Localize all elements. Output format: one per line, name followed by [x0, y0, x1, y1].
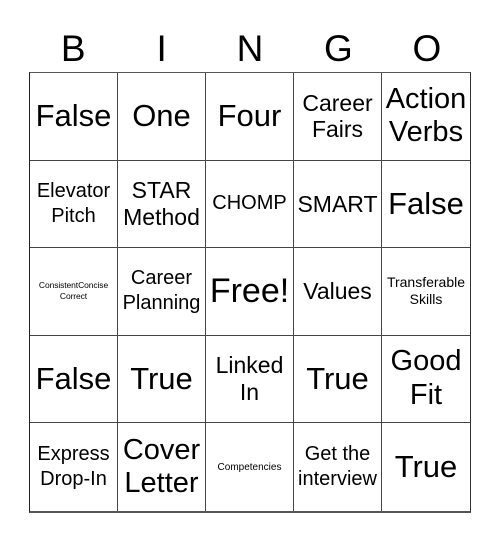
bingo-cell-n5[interactable]: Competencies: [206, 423, 294, 511]
bingo-cell-g5[interactable]: Get the interview: [294, 423, 382, 511]
cell-label: Career Fairs: [302, 89, 373, 143]
bingo-cell-b1[interactable]: False: [30, 73, 118, 161]
bingo-card-grid: False One Four Career Fairs Action Verbs Elev…: [29, 72, 471, 513]
cell-label: True: [394, 448, 458, 484]
cell-label: Express Drop-In: [37, 443, 110, 491]
bingo-cell-o5[interactable]: True: [382, 423, 470, 511]
cell-label: False: [35, 360, 112, 396]
cell-label: False: [35, 97, 112, 133]
bingo-header: B I N G O: [29, 26, 471, 72]
cell-label: Get the interview: [298, 443, 377, 491]
bingo-cell-n1[interactable]: Four: [206, 73, 294, 161]
bingo-cell-g3[interactable]: Values: [294, 248, 382, 336]
header-letter-i: I: [156, 28, 167, 69]
bingo-cell-g4[interactable]: True: [294, 335, 382, 424]
header-letter-n: N: [236, 28, 264, 69]
cell-label: Transferable Skills: [386, 273, 466, 308]
bingo-cell-o4[interactable]: Good Fit: [382, 336, 470, 424]
bingo-cell-b5[interactable]: Express Drop-In: [30, 423, 118, 511]
bingo-cell-o2[interactable]: False: [382, 161, 470, 249]
bingo-cell-b4[interactable]: False: [30, 335, 118, 424]
bingo-cell-i1[interactable]: One: [118, 73, 206, 161]
bingo-cell-i2[interactable]: STAR Method: [118, 160, 206, 249]
bingo-cell-b3[interactable]: ConsistentConcise Correct: [30, 248, 118, 336]
cell-label: Free!: [209, 272, 290, 311]
cell-label: Values: [303, 278, 372, 305]
cell-label: Linked In: [215, 352, 284, 406]
cell-label: ConsistentConcise Correct: [38, 280, 109, 302]
header-letter-o: O: [412, 28, 442, 69]
bingo-cell-i4[interactable]: True: [118, 335, 206, 424]
bingo-cell-o1[interactable]: Action Verbs: [382, 73, 470, 161]
bingo-cell-g1[interactable]: Career Fairs: [294, 73, 382, 161]
bingo-cell-o3[interactable]: Transferable Skills: [382, 248, 470, 336]
cell-label: Action Verbs: [385, 82, 467, 149]
cell-label: True: [130, 360, 193, 396]
cell-label: CHOMP: [212, 192, 287, 215]
cell-label: SMART: [297, 190, 378, 217]
bingo-cell-i3[interactable]: Career Planning: [118, 248, 206, 336]
cell-label: One: [132, 97, 191, 133]
cell-label: Good Fit: [390, 345, 462, 412]
cell-label: False: [388, 185, 464, 221]
bingo-cell-b2[interactable]: Elevator Pitch: [30, 160, 118, 249]
cell-label: True: [306, 360, 369, 396]
header-letter-b: B: [60, 28, 86, 69]
bingo-cell-n4[interactable]: Linked In: [206, 335, 294, 424]
cell-label: Elevator Pitch: [36, 179, 111, 227]
bingo-cell-n2[interactable]: CHOMP: [206, 160, 294, 249]
cell-label: Four: [217, 97, 282, 133]
bingo-cell-i5[interactable]: Cover Letter: [118, 423, 206, 511]
free-space-cell[interactable]: Free!: [206, 248, 294, 336]
cell-label: Career Planning: [122, 267, 201, 315]
cell-label: STAR Method: [123, 177, 200, 230]
cell-label: Competencies: [217, 461, 282, 473]
cell-label: Cover Letter: [122, 433, 201, 500]
header-letter-g: G: [324, 28, 353, 69]
bingo-cell-g2[interactable]: SMART: [294, 160, 382, 249]
